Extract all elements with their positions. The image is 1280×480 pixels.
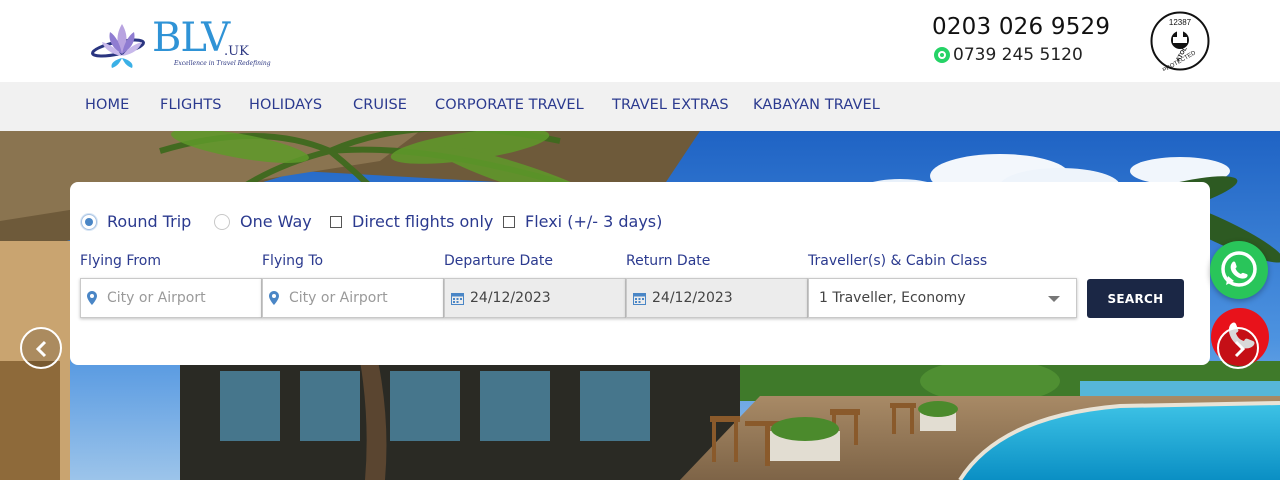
search-button[interactable]: SEARCH <box>1087 279 1184 318</box>
flying-to-label: Flying To <box>262 253 324 269</box>
whatsapp-small-icon <box>934 47 950 63</box>
flexi-checkbox[interactable]: Flexi (+/- 3 days) <box>503 212 662 231</box>
flying-from-placeholder: City or Airport <box>107 290 206 306</box>
nav-kabayan-travel[interactable]: KABAYAN TRAVEL <box>753 97 880 113</box>
flying-from-label: Flying From <box>80 253 162 269</box>
travellers-label: Traveller(s) & Cabin Class <box>808 253 988 269</box>
whatsapp-number-text: 0739 245 5120 <box>953 45 1083 65</box>
chevron-left-icon <box>35 340 47 358</box>
phone-number[interactable]: 0203 026 9529 <box>932 14 1110 40</box>
logo-text: BLV <box>152 15 230 61</box>
direct-flights-label: Direct flights only <box>352 212 494 231</box>
direct-flights-checkbox[interactable]: Direct flights only <box>330 212 493 231</box>
one-way-label: One Way <box>240 212 312 231</box>
departure-date-value: 24/12/2023 <box>470 290 551 306</box>
chevron-down-icon <box>1048 296 1060 302</box>
radio-selected[interactable] <box>81 213 97 230</box>
flying-to-placeholder: City or Airport <box>289 290 388 306</box>
flying-to-input[interactable]: City or Airport <box>262 278 444 318</box>
lotus-icon <box>91 24 145 68</box>
main-nav: HOME FLIGHTS HOLIDAYS CRUISE CORPORATE T… <box>0 82 1280 131</box>
atol-number: 12387 <box>1169 18 1192 27</box>
whatsapp-number[interactable]: 0739 245 5120 <box>934 45 1083 65</box>
chevron-right-icon <box>1234 340 1246 358</box>
map-pin-icon <box>269 291 279 305</box>
travellers-cabin-select[interactable]: 1 Traveller, Economy <box>808 278 1077 318</box>
nav-corporate-travel[interactable]: CORPORATE TRAVEL <box>435 97 584 113</box>
whatsapp-icon <box>1221 251 1257 287</box>
flying-from-input[interactable]: City or Airport <box>80 278 262 318</box>
site-header: BLV .UK Excellence in Travel Redefining … <box>0 0 1280 82</box>
nav-travel-extras[interactable]: TRAVEL EXTRAS <box>612 97 729 113</box>
return-date-label: Return Date <box>626 253 711 269</box>
nav-flights[interactable]: FLIGHTS <box>160 97 222 113</box>
checkbox[interactable] <box>503 215 515 228</box>
return-date-value: 24/12/2023 <box>652 290 733 306</box>
checkbox[interactable] <box>330 215 342 228</box>
logo-tagline: Excellence in Travel Redefining <box>174 60 271 67</box>
departure-date-label: Departure Date <box>444 253 553 269</box>
nav-home[interactable]: HOME <box>85 97 129 113</box>
nav-holidays[interactable]: HOLIDAYS <box>249 97 322 113</box>
whatsapp-float-button[interactable] <box>1210 241 1268 299</box>
flexi-label: Flexi (+/- 3 days) <box>525 212 663 231</box>
calendar-icon <box>633 292 646 305</box>
round-trip-label: Round Trip <box>107 212 192 231</box>
atol-badge: 12387 ATOL PROTECTED <box>1150 11 1210 74</box>
calendar-icon <box>451 292 464 305</box>
logo-suffix: .UK <box>224 44 249 59</box>
round-trip-radio[interactable]: Round Trip <box>81 212 191 231</box>
carousel-prev-button[interactable] <box>20 327 62 369</box>
return-date-input[interactable]: 24/12/2023 <box>626 278 808 318</box>
flight-search-panel <box>70 182 1210 365</box>
nav-cruise[interactable]: CRUISE <box>353 97 407 113</box>
carousel-next-button[interactable] <box>1217 327 1259 369</box>
departure-date-input[interactable]: 24/12/2023 <box>444 278 626 318</box>
radio-unselected[interactable] <box>214 213 230 230</box>
map-pin-icon <box>87 291 97 305</box>
one-way-radio[interactable]: One Way <box>214 212 312 231</box>
blv-logo[interactable]: BLV .UK Excellence in Travel Redefining <box>90 14 271 74</box>
travellers-value: 1 Traveller, Economy <box>819 290 966 306</box>
